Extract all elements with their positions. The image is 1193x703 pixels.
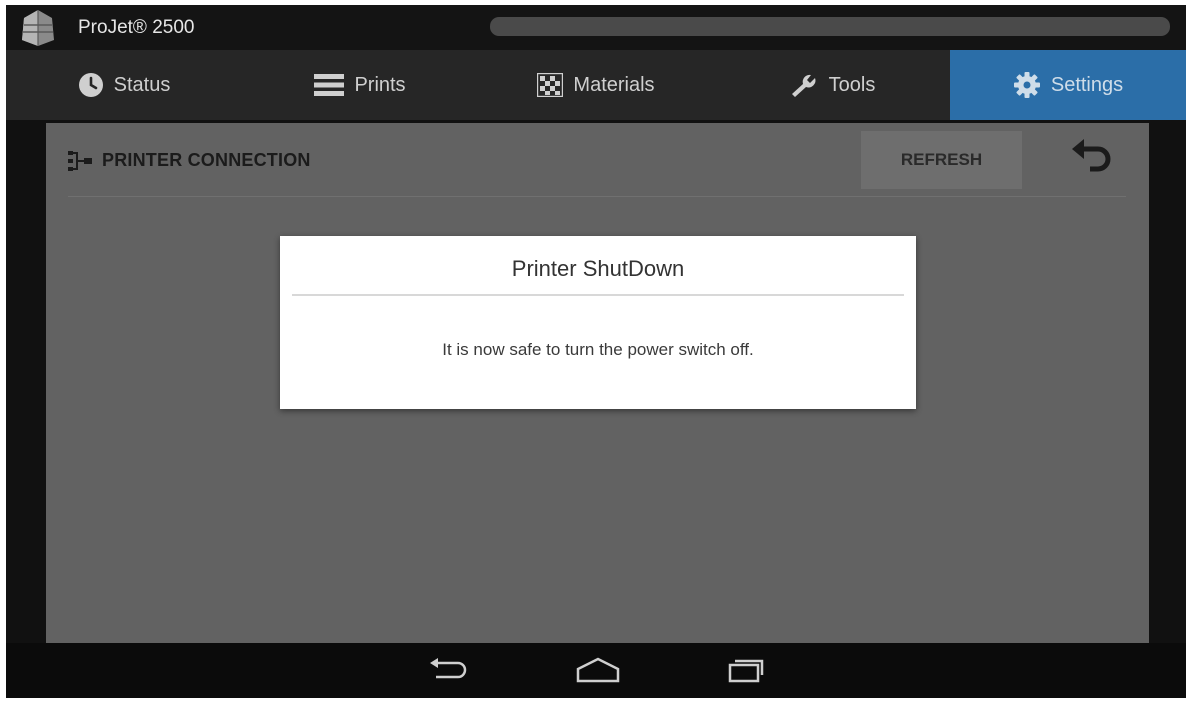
back-arrow-icon[interactable] [1068, 137, 1114, 181]
clock-icon [78, 73, 103, 97]
tab-bar: Status Prints Materials Tools Settings [6, 50, 1186, 120]
tab-settings-label: Settings [1050, 73, 1124, 96]
panel-header: PRINTER CONNECTION REFRESH [46, 123, 1149, 197]
tab-settings[interactable]: Settings [950, 50, 1186, 120]
progress-bar [490, 17, 1170, 36]
header-divider [68, 196, 1126, 197]
dialog-title: Printer ShutDown [511, 256, 685, 281]
refresh-button[interactable]: REFRESH [861, 131, 1022, 189]
nav-back-icon[interactable] [426, 655, 470, 685]
shutdown-dialog: Printer ShutDown It is now safe to turn … [280, 236, 916, 409]
checker-icon [537, 73, 564, 97]
tab-materials[interactable]: Materials [478, 50, 714, 120]
dialog-divider [292, 294, 904, 296]
tab-tools[interactable]: Tools [714, 50, 950, 120]
tab-prints-label: Prints [354, 73, 406, 96]
tab-status[interactable]: Status [6, 50, 242, 120]
dialog-message: It is now safe to turn the power switch … [442, 340, 754, 359]
wrench-icon [791, 74, 816, 97]
tab-tools-label: Tools [828, 73, 876, 96]
title-bar: ProJet® 2500 [6, 5, 1186, 50]
system-nav-bar [6, 643, 1186, 698]
tab-prints[interactable]: Prints [242, 50, 478, 120]
projet-logo-icon [22, 10, 54, 46]
gear-icon [1013, 72, 1040, 98]
nav-recents-icon[interactable] [724, 655, 768, 685]
list-icon [314, 74, 345, 96]
network-connection-icon [68, 151, 92, 171]
nav-home-icon[interactable] [574, 655, 622, 685]
device-screen: ProJet® 2500 Status Prints Materials Too… [6, 5, 1186, 698]
tab-status-label: Status [113, 73, 171, 96]
panel-title: PRINTER CONNECTION [102, 150, 311, 170]
tab-materials-label: Materials [573, 73, 655, 96]
app-title: ProJet® 2500 [78, 17, 195, 38]
